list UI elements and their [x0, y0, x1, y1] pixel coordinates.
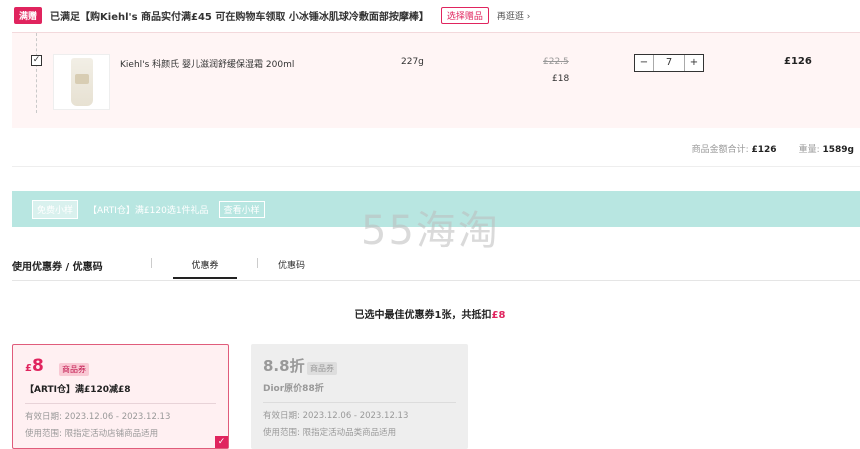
coupon-discount: 8.8折	[263, 357, 305, 375]
coupon-currency: £	[25, 363, 32, 374]
continue-shopping-link[interactable]: 再逛逛 ›	[497, 9, 530, 22]
selected-coupon-note: 已选中最佳优惠券1张，共抵扣£8	[0, 306, 860, 321]
coupon-validity: 有效日期: 2023.12.06 - 2023.12.13	[25, 412, 171, 422]
weight-summary: 重量: 1589g	[799, 142, 854, 155]
current-price: £18	[552, 74, 570, 84]
amount-label: 商品金额合计:	[691, 145, 749, 155]
coupon-scope: 使用范围: 限指定活动店铺商品适用	[25, 429, 159, 439]
product-tube-image	[70, 58, 93, 106]
weight-value: 1589g	[822, 145, 855, 155]
tab-coupon[interactable]: 优惠券	[173, 252, 237, 279]
item-checkbox[interactable]: ✓	[31, 55, 42, 66]
coupon-divider	[25, 403, 216, 404]
original-price: £22.5	[543, 57, 569, 67]
product-weight: 227g	[401, 57, 424, 67]
product-thumbnail[interactable]	[53, 54, 110, 110]
coupon-card-selected[interactable]: £8 商品券 【ARTI仓】满£120减£8 有效日期: 2023.12.06 …	[12, 344, 229, 449]
coupon-description: Dior原价88折	[263, 384, 324, 394]
select-gift-button[interactable]: 选择赠品	[440, 6, 489, 24]
quantity-decrease-button[interactable]: −	[635, 55, 653, 71]
weight-label: 重量:	[798, 145, 820, 155]
item-subtotal: £126	[784, 56, 812, 67]
coupon-amount: £8	[25, 356, 44, 376]
coupon-type-badge: 商品券	[307, 362, 337, 375]
promo-bar: 满赠 已满足【购Kiehl's 商品实付满£45 可在购物车领取 小冰锤冰肌球冷…	[14, 4, 530, 26]
view-samples-button[interactable]: 查看小样	[218, 200, 265, 218]
tab-separator	[257, 258, 258, 268]
promo-tag: 满赠	[14, 6, 43, 24]
free-sample-text: 【ARTI仓】满£120选1件礼品	[88, 205, 209, 216]
product-name[interactable]: Kiehl's 科颜氏 婴儿滋润舒缓保湿霜 200ml	[120, 57, 294, 70]
coupon-value: 8	[31, 356, 44, 376]
selected-coupon-amount: £8	[491, 310, 506, 321]
coupon-description: 【ARTI仓】满£120减£8	[25, 385, 131, 395]
amount-value: £126	[751, 145, 777, 155]
selected-coupon-text: 已选中最佳优惠券1张，共抵扣	[354, 310, 492, 321]
divider	[12, 166, 860, 167]
group-connector-line	[36, 33, 37, 113]
coupon-scope: 使用范围: 限指定活动品类商品适用	[263, 428, 397, 438]
tab-separator	[151, 258, 152, 268]
coupon-validity: 有效日期: 2023.12.06 - 2023.12.13	[263, 411, 409, 421]
watermark: 55海淘	[361, 208, 500, 254]
free-sample-tag: 免费小样	[32, 199, 79, 219]
divider	[12, 280, 860, 281]
coupon-divider	[263, 402, 456, 403]
quantity-input[interactable]: 7	[653, 55, 685, 71]
amount-summary: 商品金额合计: £126	[692, 142, 777, 155]
cart-item-row: ✓ Kiehl's 科颜氏 婴儿滋润舒缓保湿霜 200ml 227g £22.5…	[12, 32, 860, 128]
coupon-section-title: 使用优惠券 / 优惠码	[12, 262, 103, 273]
coupon-card-unavailable[interactable]: 8.8折 商品券 Dior原价88折 有效日期: 2023.12.06 - 20…	[251, 344, 468, 449]
tab-promo-code[interactable]: 优惠码	[278, 258, 305, 271]
order-summary: 商品金额合计: £126 重量: 1589g	[692, 142, 854, 155]
coupon-type-badge: 商品券	[59, 363, 89, 376]
quantity-stepper: − 7 +	[634, 54, 704, 72]
check-icon: ✓	[215, 436, 228, 448]
promo-text: 已满足【购Kiehl's 商品实付满£45 可在购物车领取 小冰锤冰肌球冷敷面部…	[50, 11, 429, 23]
quantity-increase-button[interactable]: +	[685, 55, 703, 71]
